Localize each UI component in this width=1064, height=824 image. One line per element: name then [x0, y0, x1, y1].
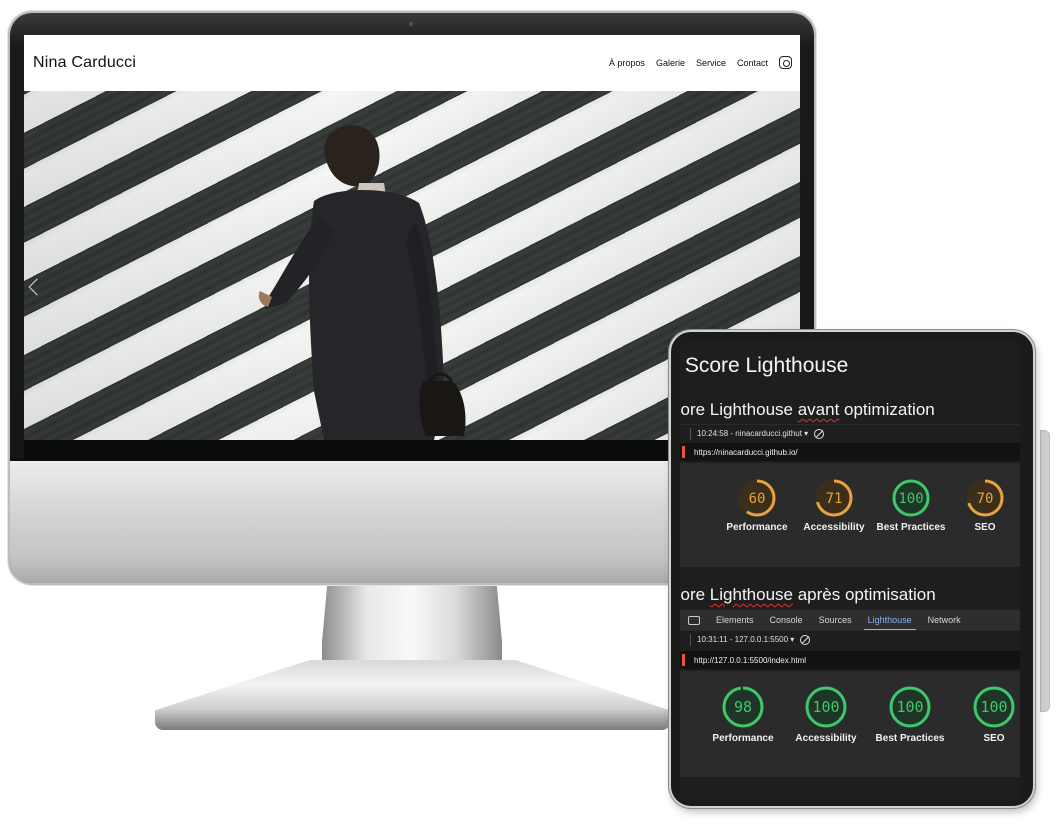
svg-text:100: 100: [980, 698, 1007, 716]
gauge-ring: 100: [973, 686, 1015, 728]
gauge-before-best-practices: 100 Best Practices: [871, 478, 951, 534]
lighthouse-logo-icon: [682, 446, 685, 458]
svg-text:100: 100: [898, 491, 923, 507]
svg-text:70: 70: [977, 491, 994, 507]
gauge-ring: 100: [892, 479, 930, 517]
camera-dot: [409, 22, 413, 26]
clear-icon[interactable]: [800, 634, 811, 645]
gauge-ring: 100: [889, 686, 931, 728]
lighthouse-report-screen: - Score Lighthouse core Lighthouse avant…: [680, 342, 1020, 800]
svg-text:100: 100: [812, 698, 839, 716]
after-scores: 98 Performance 100 Accessibility 100 Bes…: [680, 671, 1020, 777]
gauge-ring: 100: [805, 686, 847, 728]
before-url[interactable]: https://ninacarducci.github.io/: [694, 448, 798, 457]
after-heading: core Lighthouse après optimisation: [680, 585, 936, 604]
gauge-ring: 98: [722, 686, 764, 728]
gauge-after-seo: 100 SEO: [954, 685, 1020, 745]
svg-text:98: 98: [734, 698, 752, 716]
divider: [690, 427, 691, 440]
tab-network[interactable]: Network: [928, 615, 961, 625]
after-url[interactable]: http://127.0.0.1:5500/index.html: [694, 656, 806, 665]
before-run-bar: 10:24:58 - ninacarducci.githut ▾: [680, 424, 1020, 442]
after-run-select[interactable]: 10:31:11 - 127.0.0.1:5500 ▾: [697, 635, 794, 644]
instagram-icon[interactable]: [779, 56, 792, 69]
imac-stand-base: [155, 660, 670, 730]
tab-console[interactable]: Console: [770, 615, 803, 625]
gauge-ring: 60: [738, 479, 776, 517]
clear-icon[interactable]: [814, 428, 825, 439]
gauge-ring: 70: [966, 479, 1004, 517]
lighthouse-logo-icon: [682, 654, 685, 666]
site-nav: À propos Galerie Service Contact: [609, 56, 792, 69]
tablet-side-edge: [1040, 430, 1050, 712]
svg-text:60: 60: [749, 491, 766, 507]
before-url-row: https://ninacarducci.github.io/: [680, 443, 1020, 461]
gauge-label: Accessibility: [795, 733, 857, 744]
gauge-before-seo: 70 SEO: [945, 478, 1020, 534]
after-url-row: http://127.0.0.1:5500/index.html: [680, 651, 1020, 669]
site-header: Nina Carducci À propos Galerie Service C…: [24, 35, 800, 90]
divider: [690, 633, 691, 646]
nav-link-galerie[interactable]: Galerie: [656, 58, 685, 68]
tab-sources[interactable]: Sources: [819, 615, 852, 625]
gauge-before-performance: 60 Performance: [717, 478, 797, 534]
tab-lighthouse[interactable]: Lighthouse: [863, 615, 916, 631]
before-heading: core Lighthouse avant optimization: [680, 400, 935, 419]
before-scores: 60 Performance 71 Accessibility 100 Best…: [680, 463, 1020, 567]
site-title[interactable]: Nina Carducci: [33, 54, 136, 72]
device-toggle-icon[interactable]: [688, 615, 700, 625]
lighthouse-title: - Score Lighthouse: [680, 354, 849, 377]
gauge-after-performance: 98 Performance: [703, 685, 783, 745]
gauge-label: SEO: [983, 733, 1005, 744]
gauge-label: Best Practices: [875, 733, 945, 744]
svg-text:100: 100: [896, 698, 923, 716]
gauge-ring: 71: [815, 479, 853, 517]
nav-link-apropos[interactable]: À propos: [609, 58, 645, 68]
devtools-tabbar: Elements Console Sources Lighthouse Netw…: [680, 610, 1020, 631]
gauge-label: SEO: [974, 522, 996, 533]
gauge-after-accessibility: 100 Accessibility: [786, 685, 866, 745]
gauge-before-accessibility: 71 Accessibility: [794, 478, 874, 534]
before-run-select[interactable]: 10:24:58 - ninacarducci.githut ▾: [697, 429, 808, 438]
gauge-label: Performance: [712, 733, 774, 744]
nav-link-service[interactable]: Service: [696, 58, 726, 68]
after-run-bar: 10:31:11 - 127.0.0.1:5500 ▾: [680, 630, 1020, 648]
gauge-label: Best Practices: [876, 522, 946, 533]
gauge-label: Accessibility: [803, 522, 865, 533]
svg-text:71: 71: [826, 491, 843, 507]
gauge-label: Performance: [726, 522, 788, 533]
tab-elements[interactable]: Elements: [716, 615, 754, 625]
gauge-after-best-practices: 100 Best Practices: [870, 685, 950, 745]
nav-link-contact[interactable]: Contact: [737, 58, 768, 68]
